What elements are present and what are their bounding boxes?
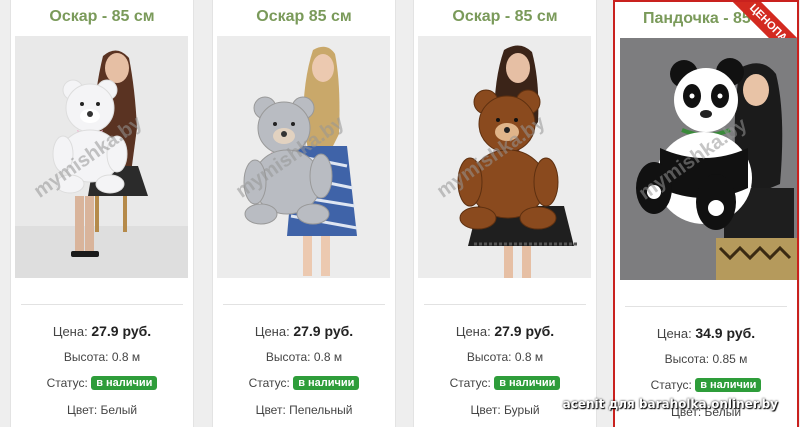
product-card[interactable]: Оскар 85 см mymishka.by Цена: 27.9 руб. … xyxy=(212,0,396,427)
price-label: Цена: xyxy=(455,324,491,339)
price-row: Цена: 34.9 руб. xyxy=(615,325,797,341)
color-label: Цвет: xyxy=(470,403,501,417)
color-row: Цвет: Пепельный xyxy=(213,403,395,417)
status-row: Статус: в наличии xyxy=(414,376,596,390)
color-row: Цвет: Белый xyxy=(11,403,193,417)
product-title[interactable]: Оскар 85 см xyxy=(213,8,395,26)
status-badge: в наличии xyxy=(494,376,561,390)
price-label: Цена: xyxy=(254,324,290,339)
height-label: Высота: xyxy=(265,350,311,364)
status-label: Статус: xyxy=(650,378,692,392)
status-badge: в наличии xyxy=(695,378,762,392)
product-card[interactable]: Оскар - 85 см mymishka.by Цена: 27.9 руб… xyxy=(10,0,194,427)
height-label: Высота: xyxy=(466,350,512,364)
status-badge: в наличии xyxy=(293,376,360,390)
status-label: Статус: xyxy=(248,376,290,390)
price-value: 27.9 руб. xyxy=(494,323,555,339)
product-title[interactable]: Оскар - 85 см xyxy=(414,8,596,26)
price-label: Цена: xyxy=(52,324,88,339)
color-label: Цвет: xyxy=(255,403,286,417)
status-row: Статус: в наличии xyxy=(11,376,193,390)
product-grid: Оскар - 85 см mymishka.by Цена: 27.9 руб… xyxy=(0,0,800,427)
price-row: Цена: 27.9 руб. xyxy=(414,323,596,339)
product-photo[interactable]: mymishka.by xyxy=(217,36,390,278)
price-value: 34.9 руб. xyxy=(695,325,756,341)
price-row: Цена: 27.9 руб. xyxy=(11,323,193,339)
height-value: 0.8 м xyxy=(111,350,141,364)
product-photo[interactable]: mymishka.by xyxy=(620,38,797,280)
product-title[interactable]: Оскар - 85 см xyxy=(11,8,193,26)
price-value: 27.9 руб. xyxy=(293,323,354,339)
height-value: 0.85 м xyxy=(712,352,748,366)
color-value: Бурый xyxy=(504,403,540,417)
height-label: Высота: xyxy=(63,350,109,364)
product-card-highlighted[interactable]: Пандочка - 85 ЦЕНОПАД mymishka.by Цена: … xyxy=(613,0,799,427)
status-label: Статус: xyxy=(46,376,88,390)
site-watermark: acenit для baraholka.onliner.by xyxy=(562,397,778,411)
height-value: 0.8 м xyxy=(514,350,544,364)
price-label: Цена: xyxy=(656,326,692,341)
divider xyxy=(21,304,183,305)
height-row: Высота: 0.8 м xyxy=(414,350,596,364)
price-value: 27.9 руб. xyxy=(91,323,152,339)
divider xyxy=(424,304,586,305)
color-value: Белый xyxy=(100,403,138,417)
status-row: Статус: в наличии xyxy=(615,378,797,392)
height-value: 0.8 м xyxy=(313,350,343,364)
product-card[interactable]: Оскар - 85 см mymishka.by Цена: 27.9 руб… xyxy=(413,0,597,427)
height-row: Высота: 0.8 м xyxy=(213,350,395,364)
status-badge: в наличии xyxy=(91,376,158,390)
height-row: Высота: 0.8 м xyxy=(11,350,193,364)
color-value: Пепельный xyxy=(289,403,353,417)
height-row: Высота: 0.85 м xyxy=(615,352,797,366)
product-photo[interactable]: mymishka.by xyxy=(15,36,188,278)
status-row: Статус: в наличии xyxy=(213,376,395,390)
divider xyxy=(625,306,787,307)
height-label: Высота: xyxy=(664,352,710,366)
color-label: Цвет: xyxy=(66,403,98,417)
price-row: Цена: 27.9 руб. xyxy=(213,323,395,339)
product-photo[interactable]: mymishka.by xyxy=(418,36,591,278)
divider xyxy=(223,304,385,305)
status-label: Статус: xyxy=(449,376,491,390)
